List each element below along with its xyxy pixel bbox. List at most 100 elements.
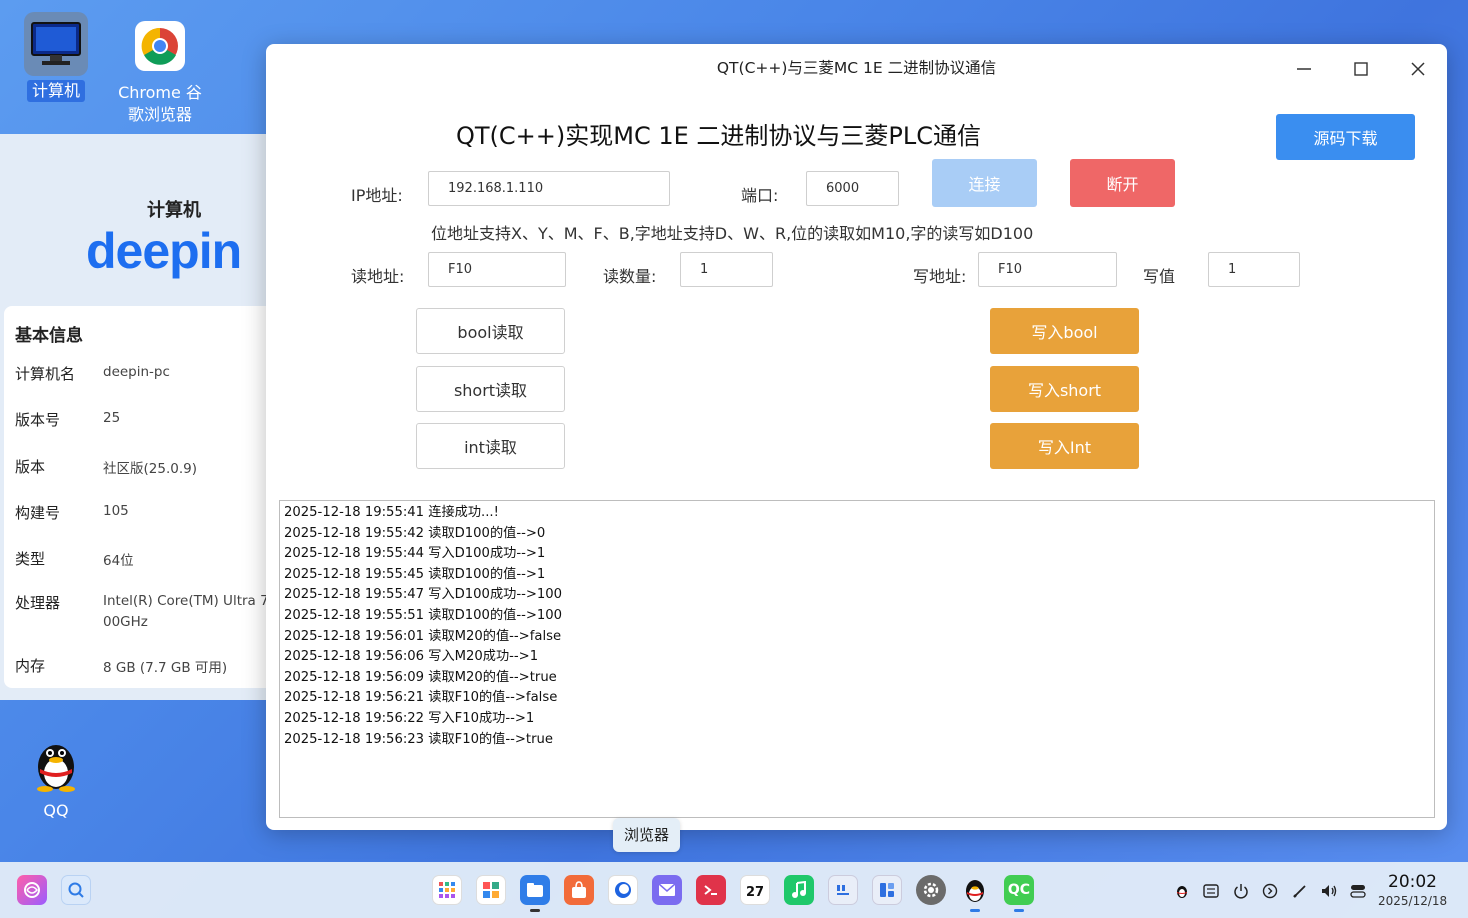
mail-icon[interactable] — [652, 875, 682, 905]
settings-icon[interactable] — [916, 875, 946, 905]
port-input[interactable] — [806, 171, 899, 206]
read-int-button[interactable]: int读取 — [416, 423, 565, 469]
browser-icon[interactable] — [608, 875, 638, 905]
log-line: 2025-12-18 19:56:09 读取M20的值-->true — [284, 669, 557, 685]
write-address-input[interactable] — [978, 252, 1117, 287]
log-line: 2025-12-18 19:55:45 读取D100的值-->1 — [284, 566, 546, 582]
launcher-icon[interactable] — [17, 875, 47, 905]
notification-arrow-icon[interactable] — [1260, 881, 1280, 901]
browser-tooltip: 浏览器 — [613, 818, 681, 852]
desktop-icon-label: 歌浏览器 — [127, 105, 192, 124]
log-line: 2025-12-18 19:56:23 读取F10的值-->true — [284, 731, 553, 747]
clock-time[interactable]: 20:02 — [1388, 872, 1437, 892]
log-line: 2025-12-18 19:56:01 读取M20的值-->false — [284, 628, 562, 644]
info-section-title: 基本信息 — [15, 326, 83, 346]
app-store-icon[interactable] — [564, 875, 594, 905]
write-bool-button[interactable]: 写入bool — [990, 308, 1139, 354]
info-value: 社区版(25.0.9) — [103, 461, 197, 477]
volume-icon[interactable] — [1319, 881, 1339, 901]
info-value: Intel(R) Core(TM) Ultra 7 1 — [103, 593, 282, 609]
info-key: 版本号 — [15, 411, 61, 429]
running-indicator — [1014, 909, 1024, 912]
ip-input[interactable] — [428, 171, 670, 206]
log-line: 2025-12-18 19:56:21 读取F10的值-->false — [284, 690, 558, 706]
running-indicator — [970, 909, 980, 912]
desktop-icon-qq[interactable]: QQ — [11, 732, 101, 822]
disconnect-button[interactable]: 断开 — [1070, 159, 1175, 207]
file-manager-icon[interactable] — [520, 875, 550, 905]
log-line: 2025-12-18 19:55:44 写入D100成功-->1 — [284, 546, 546, 562]
power-icon[interactable] — [1231, 881, 1251, 901]
control-center-icon[interactable] — [1348, 881, 1368, 901]
calendar-day: 27 — [745, 884, 765, 900]
info-card: 基本信息 计算机名 deepin-pc 版本号 25 版本 社区版(25.0.9… — [4, 306, 284, 688]
download-source-button[interactable]: 源码下载 — [1276, 114, 1415, 160]
desktop-icon-label: 计算机 — [26, 80, 85, 102]
multitask-icon[interactable] — [476, 875, 506, 905]
read-address-label: 读地址: — [351, 267, 405, 286]
qq-tray-icon[interactable] — [1172, 881, 1192, 901]
desktop-icon-computer[interactable]: 计算机 — [11, 12, 101, 102]
read-address-input[interactable] — [428, 252, 566, 287]
desktop-icon-chrome[interactable]: Chrome 谷 歌浏览器 — [115, 14, 205, 126]
write-int-button[interactable]: 写入Int — [990, 423, 1139, 469]
desktop-icon-label: QQ — [43, 801, 69, 820]
app-window: QT(C++)与三菱MC 1E 二进制协议通信 QT(C++)实现MC 1E 二… — [266, 44, 1447, 830]
log-line: 2025-12-18 19:55:42 读取D100的值-->0 — [284, 525, 546, 541]
device-manager-icon[interactable] — [872, 875, 902, 905]
maximize-button[interactable] — [1341, 54, 1381, 84]
info-value: 64位 — [103, 553, 134, 569]
info-key: 处理器 — [15, 594, 61, 612]
computer-info-window: 计算机 deepin 基本信息 计算机名 deepin-pc 版本号 25 版本… — [0, 134, 290, 700]
close-icon — [1411, 62, 1425, 76]
pen-icon[interactable] — [1290, 881, 1310, 901]
read-count-input[interactable] — [680, 252, 773, 287]
info-title: 计算机 — [147, 200, 201, 221]
info-key: 构建号 — [15, 504, 61, 522]
minimize-button[interactable] — [1284, 54, 1324, 84]
window-title: QT(C++)与三菱MC 1E 二进制协议通信 — [716, 59, 997, 77]
info-value: 25 — [103, 410, 121, 426]
taskbar: 27 QC — [0, 862, 1468, 918]
address-hint: 位地址支持X、Y、M、F、B,字地址支持D、W、R,位的读取如M10,字的读写如… — [431, 224, 1034, 243]
log-textarea[interactable]: 2025-12-18 19:55:41 连接成功...! 2025-12-18 … — [279, 500, 1435, 818]
log-line: 2025-12-18 19:55:47 写入D100成功-->100 — [284, 587, 563, 603]
chrome-icon — [128, 14, 192, 78]
info-value: 8 GB (7.7 GB 可用) — [103, 660, 228, 676]
info-key: 类型 — [15, 550, 46, 568]
qq-penguin-icon — [24, 732, 88, 796]
read-short-button[interactable]: short读取 — [416, 366, 565, 412]
computer-icon — [24, 12, 88, 76]
deepin-logo: deepin — [86, 223, 242, 279]
log-line: 2025-12-18 19:55:51 读取D100的值-->100 — [284, 607, 563, 623]
qq-icon[interactable] — [960, 875, 990, 905]
calendar-icon[interactable]: 27 — [740, 875, 770, 905]
write-value-label: 写值 — [1143, 267, 1176, 286]
log-line: 2025-12-18 19:56:06 写入M20成功-->1 — [284, 649, 539, 665]
clock-date[interactable]: 2025/12/18 — [1378, 894, 1447, 908]
search-icon[interactable] — [61, 875, 91, 905]
keyboard-icon[interactable] — [1201, 881, 1221, 901]
info-value: 00GHz — [103, 614, 148, 630]
qt-creator-icon[interactable]: QC — [1004, 875, 1034, 905]
terminal-icon[interactable] — [696, 875, 726, 905]
log-line: 2025-12-18 19:55:41 连接成功...! — [284, 505, 499, 520]
write-short-button[interactable]: 写入short — [990, 366, 1139, 412]
read-count-label: 读数量: — [603, 267, 657, 286]
app-grid-icon[interactable] — [432, 875, 462, 905]
info-value: 105 — [103, 503, 129, 519]
minimize-icon — [1297, 68, 1311, 70]
close-button[interactable] — [1398, 54, 1438, 84]
info-key: 版本 — [15, 458, 46, 476]
page-heading: QT(C++)实现MC 1E 二进制协议与三菱PLC通信 — [456, 122, 982, 150]
music-icon[interactable] — [784, 875, 814, 905]
write-address-label: 写地址: — [913, 267, 967, 286]
read-bool-button[interactable]: bool读取 — [416, 308, 565, 354]
running-indicator — [530, 909, 540, 912]
maximize-icon — [1354, 62, 1368, 76]
ip-label: IP地址: — [351, 186, 403, 205]
write-value-input[interactable] — [1208, 252, 1300, 287]
text-editor-icon[interactable] — [828, 875, 858, 905]
connect-button[interactable]: 连接 — [932, 159, 1037, 207]
log-line: 2025-12-18 19:56:22 写入F10成功-->1 — [284, 710, 535, 726]
